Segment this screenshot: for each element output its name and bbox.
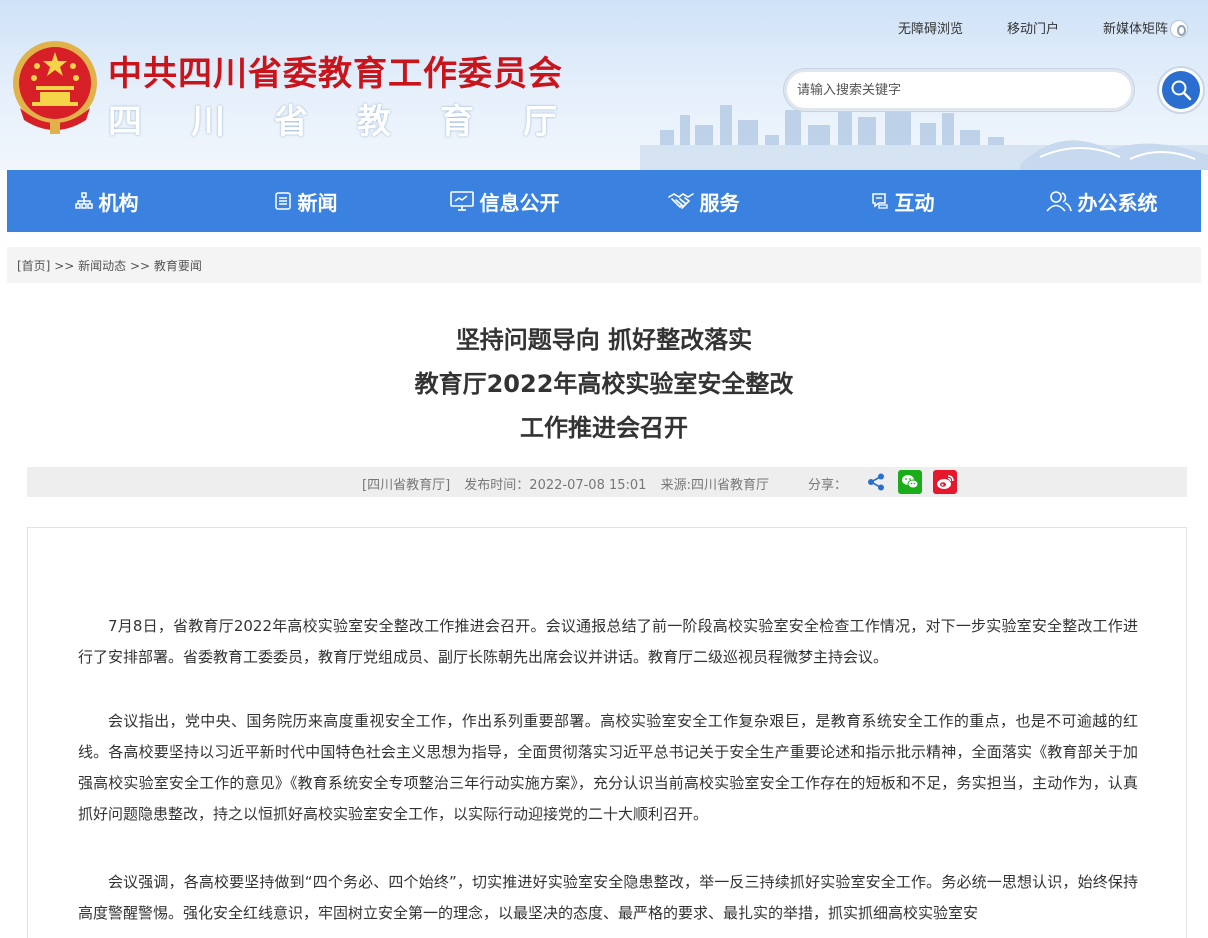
breadcrumb-separator: >> xyxy=(129,259,151,273)
new-media-link[interactable]: 新媒体矩阵 xyxy=(1102,19,1188,40)
breadcrumb-home-link[interactable]: [首页] xyxy=(17,259,50,273)
national-emblem-logo xyxy=(13,41,97,134)
accessibility-link[interactable]: 无障碍浏览 xyxy=(898,20,963,40)
breadcrumb-bar: [首页] >> 新闻动态 >> 教育要闻 xyxy=(7,247,1201,283)
monitor-icon xyxy=(449,191,474,211)
breadcrumb-edu-news-link[interactable]: 教育要闻 xyxy=(154,259,202,273)
share-label: 分享： xyxy=(808,478,848,493)
nav-item-service[interactable]: 服务 xyxy=(604,170,803,232)
weibo-share-icon[interactable] xyxy=(933,470,957,494)
nav-label-office-system: 办公系统 xyxy=(1077,190,1158,215)
search-box xyxy=(784,69,1134,111)
site-header: 中共四川省委教育工作委员会 四川省教育厅 无障碍浏览 移动门户 新媒体矩阵 xyxy=(0,0,1208,170)
breadcrumb-news-link[interactable]: 新闻动态 xyxy=(78,259,126,273)
publish-time: 发布时间：2022-07-08 15:01 xyxy=(464,478,647,493)
new-media-label: 新媒体矩阵 xyxy=(1102,22,1168,37)
share-icon[interactable] xyxy=(867,473,885,491)
source-tag: [四川省教育厅] xyxy=(362,478,451,493)
weibo-glyph-icon xyxy=(937,475,954,489)
nav-label-info-disclosure: 信息公开 xyxy=(479,190,560,215)
org-chart-icon xyxy=(74,192,93,209)
top-links: 无障碍浏览 移动门户 新媒体矩阵 xyxy=(854,19,1188,40)
article-title-line-2: 教育厅2022年高校实验室安全整改 xyxy=(414,370,794,398)
article-title: 坚持问题导向 抓好整改落实 教育厅2022年高校实验室安全整改 工作推进会召开 xyxy=(0,318,1208,450)
nav-label-interaction: 互动 xyxy=(894,190,935,215)
nav-label-service: 服务 xyxy=(699,190,740,215)
chat-icon xyxy=(871,193,888,209)
search-button-inner xyxy=(1162,71,1200,109)
breadcrumb-separator: >> xyxy=(54,259,75,273)
nav-item-interaction[interactable]: 互动 xyxy=(803,170,1002,232)
nav-item-org[interactable]: 机构 xyxy=(7,170,206,232)
article-meta-bar: [四川省教育厅] 发布时间：2022-07-08 15:01 来源:四川省教育厅… xyxy=(27,467,1187,497)
wechat-share-icon[interactable] xyxy=(898,470,922,494)
search-button[interactable] xyxy=(1157,66,1205,114)
nav-item-office-system[interactable]: 办公系统 xyxy=(1002,170,1201,232)
article-paragraph-1: 7月8日，省教育厅2022年高校实验室安全整改工作推进会召开。会议通报总结了前一… xyxy=(78,617,1138,666)
article-title-line-3: 工作推进会召开 xyxy=(520,414,688,442)
search-input[interactable] xyxy=(787,72,1131,108)
article-paragraph-2: 会议指出，党中央、国务院历来高度重视安全工作，作出系列重要部署。高校实验室安全工… xyxy=(78,712,1138,823)
wechat-glyph-icon xyxy=(902,475,919,489)
handshake-icon xyxy=(667,193,694,209)
nav-label-org: 机构 xyxy=(98,190,139,215)
search-icon xyxy=(1171,80,1192,101)
article-source: 来源:四川省教育厅 xyxy=(660,478,769,493)
org-subtitle: 四川省教育厅 xyxy=(108,102,606,142)
mobile-portal-link[interactable]: 移动门户 xyxy=(1007,20,1059,40)
news-icon xyxy=(274,192,291,210)
nav-item-news[interactable]: 新闻 xyxy=(206,170,405,232)
nav-item-info-disclosure[interactable]: 信息公开 xyxy=(405,170,604,232)
article-paragraph-3: 会议强调，各高校要坚持做到“四个务必、四个始终”，切实推进好实验室安全隐患整改，… xyxy=(78,873,1138,922)
article-title-line-1: 坚持问题导向 抓好整改落实 xyxy=(455,326,753,354)
main-nav: 机构 新闻 信息公开 服务 互动 办公系统 xyxy=(7,170,1201,232)
article-meta: [四川省教育厅] 发布时间：2022-07-08 15:01 来源:四川省教育厅 xyxy=(362,474,769,493)
users-icon xyxy=(1045,191,1072,212)
nav-label-news: 新闻 xyxy=(297,190,338,215)
weibo-circle-icon xyxy=(1170,19,1188,38)
org-title: 中共四川省委教育工作委员会 xyxy=(108,54,563,94)
breadcrumb: [首页] >> 新闻动态 >> 教育要闻 xyxy=(17,257,202,274)
